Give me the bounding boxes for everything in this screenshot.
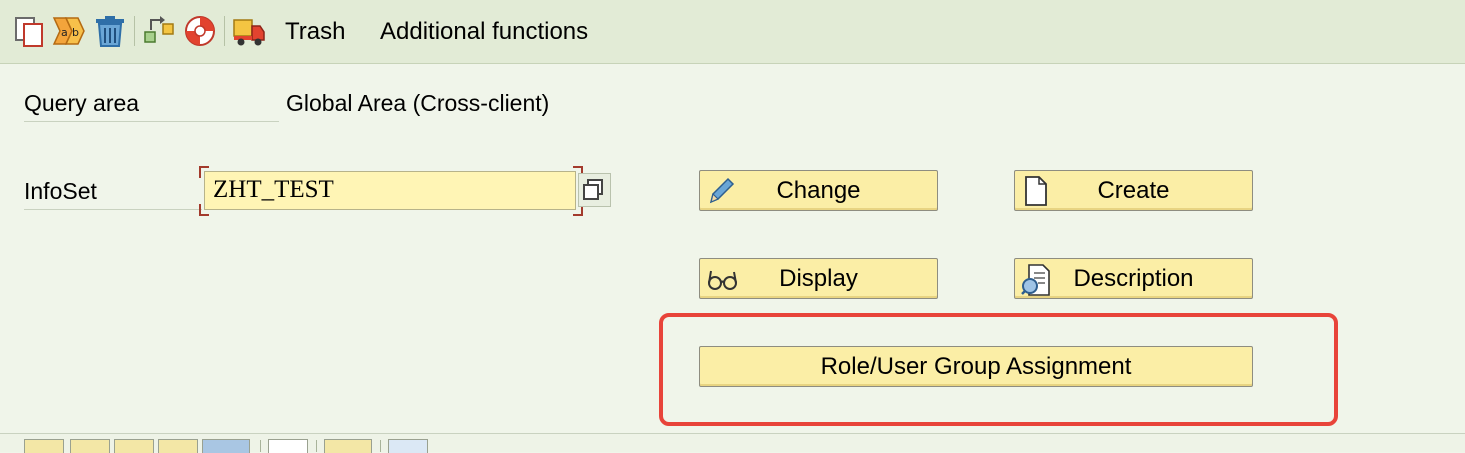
application-toolbar: a b Trash Additional functions [0,0,1465,64]
value-help-icon[interactable] [578,173,611,207]
highlight-annotation [659,313,1338,426]
query-area-label: Query area [24,88,279,122]
toolbar-separator [316,440,317,452]
create-button[interactable]: Create [1014,170,1253,211]
transport-icon[interactable] [143,14,175,48]
infoset-input[interactable]: ZHT_TEST [204,171,576,210]
toolbar-separator [134,16,135,46]
query-area-value: Global Area (Cross-client) [286,90,550,116]
menu-additional-functions[interactable]: Additional functions [380,16,588,48]
menu-trash[interactable]: Trash [285,16,345,48]
required-field-marker [199,166,209,178]
lifebuoy-icon[interactable] [183,14,215,48]
display-button-label: Display [779,265,858,292]
infoset-label: InfoSet [24,176,202,210]
svg-text:a: a [61,26,68,39]
truck-icon[interactable] [232,14,265,48]
description-button[interactable]: Description [1014,258,1253,299]
rename-icon[interactable]: a b [52,14,85,48]
toolbar-separator [260,440,261,452]
svg-text:b: b [72,26,79,39]
create-button-label: Create [1097,177,1170,204]
delete-icon[interactable] [93,14,125,48]
required-field-marker [199,204,209,216]
display-button[interactable]: Display [699,258,938,299]
change-button[interactable]: Change [699,170,938,211]
toolbar-separator [224,16,225,46]
list-toolbar [0,433,1465,453]
change-button-label: Change [776,177,861,204]
copy-icon[interactable] [14,14,46,48]
description-button-label: Description [1073,265,1194,292]
infoset-input-value: ZHT_TEST [213,176,334,203]
toolbar-separator [380,440,381,452]
